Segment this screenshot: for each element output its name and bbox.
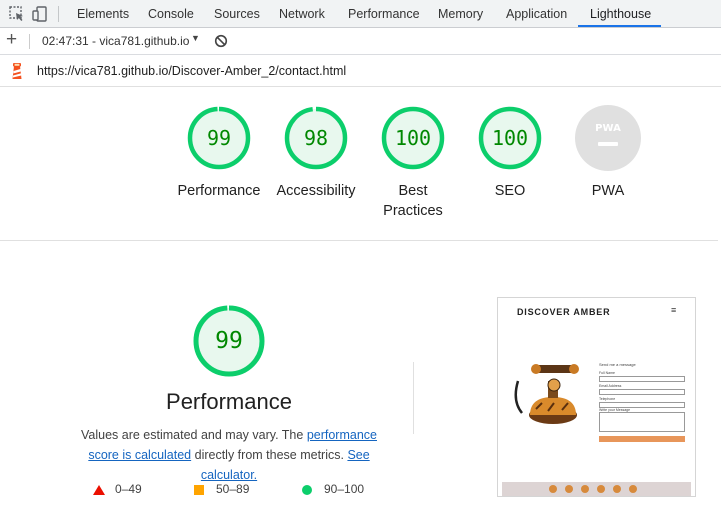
thumbnail-field-label: Email Address — [599, 384, 622, 388]
lighthouse-toolbar: + 02:47:31 - vica781.github.io ▼ — [0, 28, 721, 55]
desc-middle: directly from these metrics. — [191, 448, 348, 462]
vertical-separator — [413, 362, 414, 434]
active-tab-indicator — [578, 25, 661, 27]
tab-network[interactable]: Network — [279, 0, 325, 28]
vk-icon — [613, 485, 621, 493]
chevron-down-icon[interactable]: ▼ — [191, 33, 200, 43]
phone-icon — [629, 485, 637, 493]
tab-sources[interactable]: Sources — [214, 0, 260, 28]
tab-lighthouse[interactable]: Lighthouse — [590, 0, 651, 28]
thumbnail-form-title: Send me a message — [599, 362, 636, 367]
tab-application[interactable]: Application — [506, 0, 567, 28]
desc-prefix: Values are estimated and may vary. The — [81, 428, 307, 442]
thumbnail-input — [599, 389, 685, 395]
report-url-bar: https://vica781.github.io/Discover-Amber… — [0, 55, 721, 87]
performance-description: Values are estimated and may vary. The p… — [64, 425, 394, 485]
gauge-score: 100 — [491, 126, 529, 150]
tab-elements[interactable]: Elements — [77, 0, 129, 28]
triangle-icon — [93, 485, 105, 495]
gauge-label-accessibility: Accessibility — [276, 183, 356, 199]
email-icon — [565, 485, 573, 493]
instagram-icon — [581, 485, 589, 493]
performance-title: Performance — [166, 389, 292, 414]
thumbnail-field-label: Telephone — [599, 397, 616, 401]
gauge-label-seo: SEO — [494, 183, 526, 199]
inspect-element-icon[interactable] — [8, 5, 26, 23]
tab-performance[interactable]: Performance — [348, 0, 420, 28]
block-icon[interactable] — [214, 34, 228, 48]
toolbar-separator — [29, 34, 30, 49]
report-select[interactable]: 02:47:31 - vica781.github.io — [42, 28, 189, 54]
legend-range: 0–49 — [115, 482, 142, 496]
page-screenshot-thumbnail[interactable]: DISCOVER AMBER ≡ Send me a message Full … — [497, 297, 696, 497]
gauge-label-performance: Performance — [177, 183, 261, 199]
gauge-pwa[interactable]: PWA — [575, 105, 641, 171]
thumbnail-brand: DISCOVER AMBER — [517, 307, 611, 317]
device-toolbar-icon[interactable] — [31, 5, 49, 23]
gauge-score: 99 — [206, 126, 232, 150]
gauge-label-pwa: PWA — [591, 183, 625, 199]
gauge-label-best-practices: Best Practices — [383, 183, 443, 219]
legend-range: 90–100 — [324, 482, 365, 496]
pwa-badge-text: PWA — [595, 123, 621, 134]
thumbnail-footer — [502, 482, 691, 496]
pwa-badge-icon: PWA — [575, 105, 641, 171]
tab-console[interactable]: Console — [148, 0, 194, 28]
section-divider — [0, 240, 718, 241]
amber-telephone-image — [514, 364, 579, 424]
facebook-icon — [549, 485, 557, 493]
circle-icon — [302, 485, 312, 495]
thumbnail-send-button — [599, 436, 685, 442]
gauge-accessibility[interactable]: 98 — [283, 105, 349, 171]
gauge-best-practices[interactable]: 100 — [380, 105, 446, 171]
gauge-performance[interactable]: 99 — [186, 105, 252, 171]
square-icon — [194, 485, 204, 495]
tab-memory[interactable]: Memory — [438, 0, 483, 28]
lighthouse-logo-icon — [12, 63, 22, 79]
gauge-score: 98 — [303, 126, 329, 150]
plus-icon[interactable]: + — [6, 30, 17, 50]
thumbnail-textarea — [599, 412, 685, 432]
thumbnail-field-label: Full Name — [599, 371, 615, 375]
hamburger-menu-icon: ≡ — [671, 305, 677, 315]
devtools-tab-bar: Elements Console Sources Network Perform… — [0, 0, 721, 28]
report-url: https://vica781.github.io/Discover-Amber… — [37, 64, 347, 78]
gauge-seo[interactable]: 100 — [477, 105, 543, 171]
thumbnail-input — [599, 376, 685, 382]
twitter-icon — [597, 485, 605, 493]
toolbar-separator — [58, 6, 59, 22]
performance-score: 99 — [215, 328, 243, 354]
legend-range: 50–89 — [216, 482, 250, 496]
gauge-score: 100 — [394, 126, 432, 150]
